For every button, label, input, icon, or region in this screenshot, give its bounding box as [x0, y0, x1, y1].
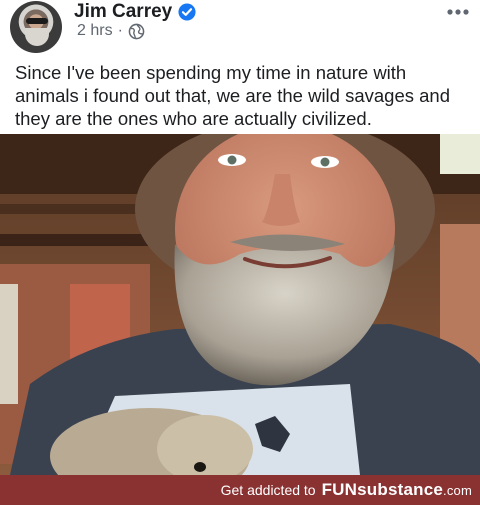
post-meta: 2 hrs · [77, 22, 145, 40]
globe-icon[interactable] [128, 23, 145, 40]
meta-separator: · [117, 22, 123, 39]
footer-domain: .com [443, 483, 472, 498]
footer-brand: FUNsubstance.com [322, 480, 472, 500]
post-text: Since I've been spending my time in natu… [15, 62, 451, 129]
avatar-beard [25, 28, 49, 46]
avatar-sunglasses [26, 18, 48, 24]
more-options-icon[interactable] [446, 4, 470, 20]
verified-badge-icon [178, 3, 196, 21]
post-header: Jim Carrey 2 hrs · [0, 0, 480, 56]
watermark-footer: Get addicted to FUNsubstance.com [0, 475, 480, 505]
author-name[interactable]: Jim Carrey [74, 1, 172, 23]
footer-brand-name: FUNsubstance [321, 480, 444, 499]
footer-tagline: Get addicted to [220, 482, 316, 498]
post-photo[interactable] [0, 134, 480, 475]
avatar[interactable] [10, 1, 62, 53]
post-timestamp[interactable]: 2 hrs [77, 22, 113, 40]
